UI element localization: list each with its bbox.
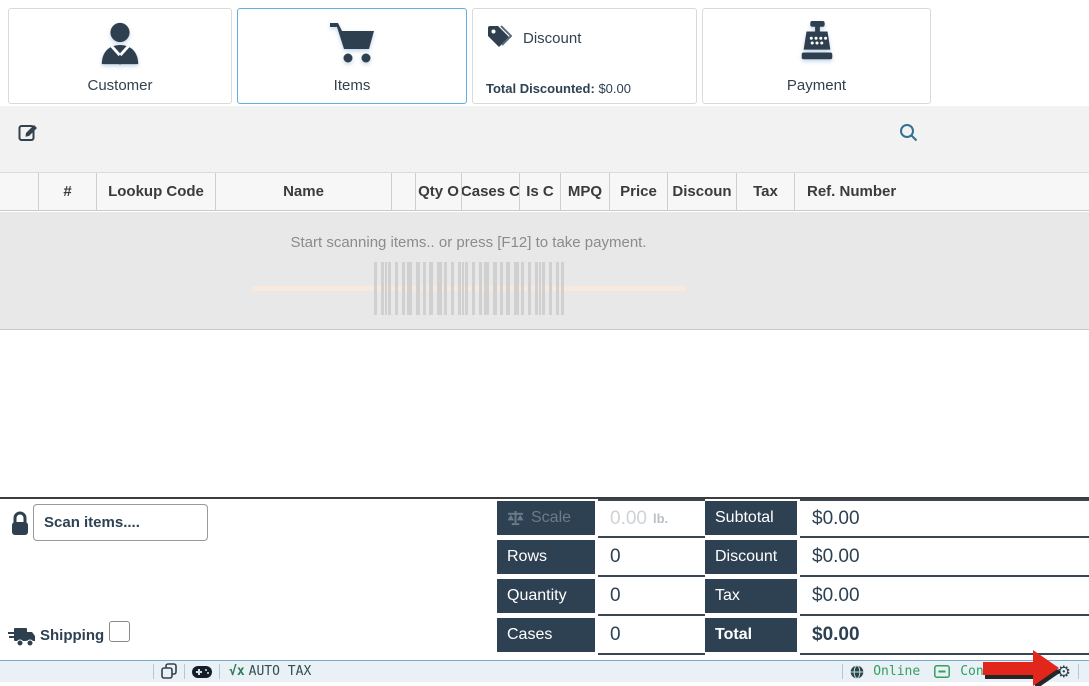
scale-value: 0.00 lb. bbox=[598, 499, 705, 538]
online-status-label: Online bbox=[873, 664, 920, 679]
globe-icon bbox=[850, 665, 864, 679]
th-discount: Discoun bbox=[668, 173, 737, 210]
totals-row-quantity-tax: Quantity 0 Tax $0.00 bbox=[497, 577, 1089, 616]
tab-payment-label: Payment bbox=[703, 77, 930, 94]
tab-discount-label: Discount bbox=[523, 30, 581, 47]
pos-window: Customer Items bbox=[0, 0, 1089, 686]
cases-value: 0 bbox=[598, 616, 705, 655]
th-lookup-code: Lookup Code bbox=[97, 173, 216, 210]
th-name: Name bbox=[216, 173, 392, 210]
search-icon[interactable] bbox=[899, 123, 918, 147]
total-discounted: Total Discounted: $0.00 bbox=[486, 81, 631, 96]
th-empty-mid bbox=[392, 173, 416, 210]
connected-status-label: Connected bbox=[960, 664, 1030, 679]
shipping-truck-icon bbox=[8, 626, 35, 652]
shipping-label: Shipping bbox=[40, 627, 104, 644]
totals-row-scale-subtotal: Scale 0.00 lb. Subtotal $0.00 bbox=[497, 499, 1089, 538]
status-bar: √x AUTO TAX Online Connected ⚙ bbox=[0, 660, 1089, 682]
tax-total-label: Tax bbox=[705, 579, 797, 613]
discount-total-label: Discount bbox=[705, 540, 797, 574]
subtotal-label: Subtotal bbox=[705, 501, 797, 535]
grand-total-label: Total bbox=[705, 618, 797, 652]
separator bbox=[153, 664, 154, 679]
edit-icon[interactable] bbox=[18, 122, 38, 147]
th-is-case: Is C bbox=[520, 173, 561, 210]
separator bbox=[1078, 664, 1079, 679]
cases-label: Cases bbox=[497, 618, 595, 652]
payment-register-icon bbox=[796, 21, 838, 70]
discount-tag-icon bbox=[486, 24, 512, 53]
separator bbox=[184, 664, 185, 679]
quantity-value: 0 bbox=[598, 577, 705, 616]
empty-state-band: Start scanning items.. or press [F12] to… bbox=[0, 212, 1089, 330]
cart-icon bbox=[327, 21, 377, 70]
th-cases: Cases C bbox=[462, 173, 520, 210]
grand-total-value: $0.00 bbox=[800, 616, 1089, 655]
customer-icon bbox=[97, 21, 143, 72]
lock-icon bbox=[10, 511, 30, 541]
th-mpq: MPQ bbox=[561, 173, 610, 210]
shipping-checkbox[interactable] bbox=[109, 621, 130, 642]
rows-value: 0 bbox=[598, 538, 705, 577]
sqrt-icon: √x bbox=[229, 664, 245, 679]
gamepad-icon[interactable] bbox=[192, 666, 212, 678]
tab-items[interactable]: Items bbox=[237, 8, 467, 104]
auto-tax-label: AUTO TAX bbox=[249, 664, 312, 679]
th-empty-left bbox=[0, 173, 39, 210]
items-table-header: # Lookup Code Name Qty O Cases C Is C MP… bbox=[0, 172, 1089, 211]
tax-total-value: $0.00 bbox=[800, 577, 1089, 616]
quantity-label: Quantity bbox=[497, 579, 595, 613]
subtotal-value: $0.00 bbox=[800, 499, 1089, 538]
th-qty-ordered: Qty O bbox=[416, 173, 462, 210]
separator bbox=[842, 664, 843, 679]
copies-icon[interactable] bbox=[161, 663, 177, 680]
th-row-number: # bbox=[39, 173, 97, 210]
th-ref-number: Ref. Number bbox=[795, 173, 1089, 210]
scan-items-input[interactable] bbox=[33, 504, 208, 541]
grid-toolbar bbox=[0, 106, 1089, 172]
th-price: Price bbox=[610, 173, 668, 210]
tab-discount[interactable]: Discount Total Discounted: $0.00 bbox=[472, 8, 697, 104]
separator bbox=[219, 664, 220, 679]
tab-payment[interactable]: Payment bbox=[702, 8, 931, 104]
empty-state-message: Start scanning items.. or press [F12] to… bbox=[291, 234, 647, 251]
th-tax: Tax bbox=[737, 173, 795, 210]
scale-icon bbox=[507, 511, 524, 526]
tab-customer[interactable]: Customer bbox=[8, 8, 232, 104]
gear-icon[interactable]: ⚙ bbox=[1057, 664, 1071, 680]
tab-customer-label: Customer bbox=[9, 77, 231, 94]
discount-total-value: $0.00 bbox=[800, 538, 1089, 577]
barcode-graphic bbox=[374, 262, 564, 315]
cash-drawer-icon bbox=[934, 665, 950, 678]
totals-row-rows-discount: Rows 0 Discount $0.00 bbox=[497, 538, 1089, 577]
rows-label: Rows bbox=[497, 540, 595, 574]
tab-bar: Customer Items bbox=[0, 0, 1089, 106]
tab-items-label: Items bbox=[238, 77, 466, 94]
scale-label: Scale bbox=[497, 501, 595, 535]
totals-row-cases-total: Cases 0 Total $0.00 bbox=[497, 616, 1089, 655]
